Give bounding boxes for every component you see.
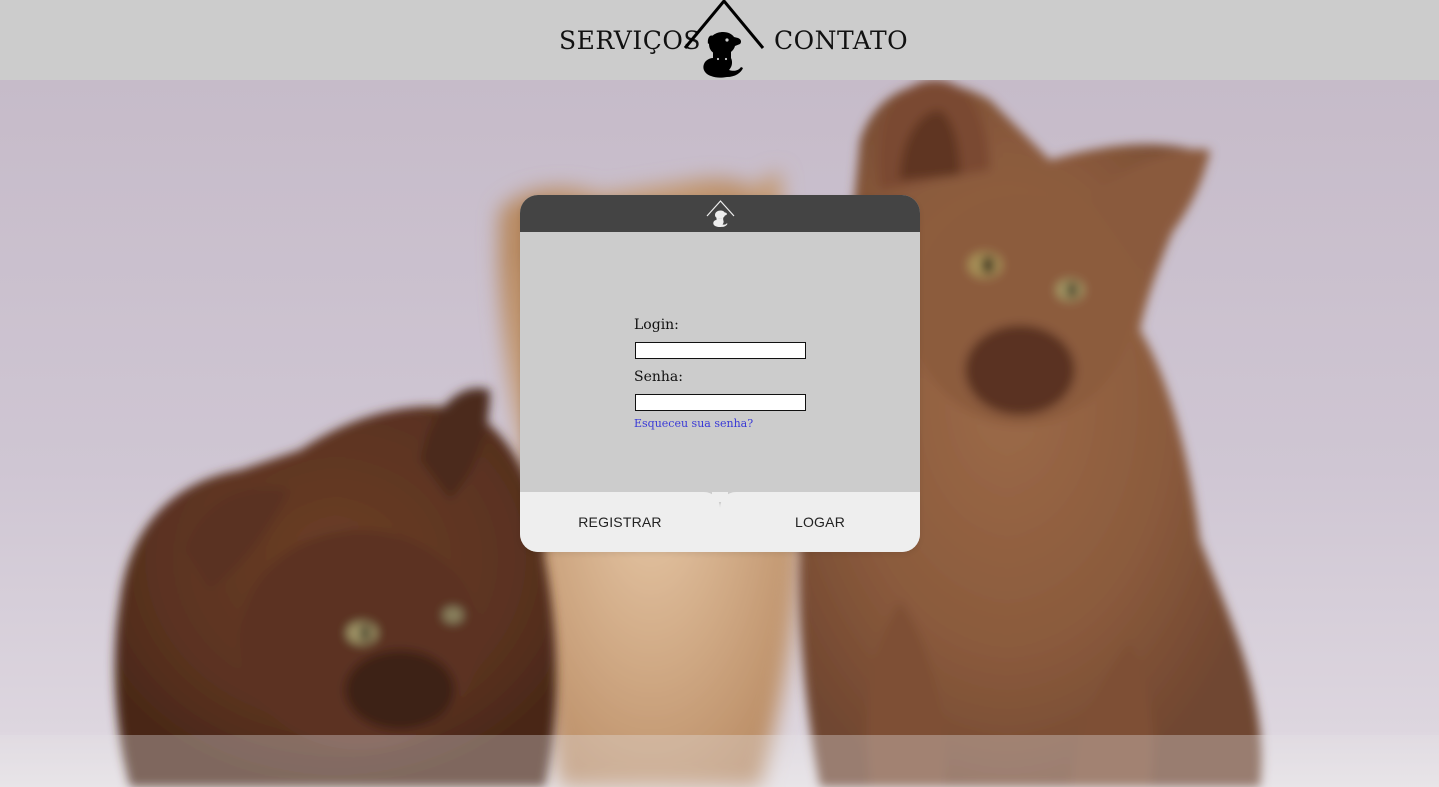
nav-link-services[interactable]: SERVIÇOS: [559, 26, 701, 56]
button-divider-notch: [712, 492, 728, 502]
password-label: Senha:: [634, 369, 683, 385]
top-navigation-bar: SERVIÇOS CONTATO: [0, 0, 1439, 80]
login-button[interactable]: LOGAR: [720, 492, 920, 552]
login-form: Login: Senha: Esqueceu sua senha?: [634, 315, 814, 430]
password-input[interactable]: [635, 394, 806, 411]
house-dog-cat-icon[interactable]: [683, 0, 765, 80]
nav-link-contact[interactable]: CONTATO: [774, 26, 908, 56]
register-button[interactable]: REGISTRAR: [520, 492, 720, 552]
forgot-password-link[interactable]: Esqueceu sua senha?: [634, 417, 814, 430]
login-card-header: [520, 195, 920, 232]
login-card: Login: Senha: Esqueceu sua senha? REGIST…: [520, 195, 920, 552]
login-card-footer: REGISTRAR LOGAR: [520, 492, 920, 552]
house-dog-cat-icon: [706, 200, 735, 228]
login-input[interactable]: [635, 342, 806, 359]
login-label: Login:: [634, 317, 679, 333]
